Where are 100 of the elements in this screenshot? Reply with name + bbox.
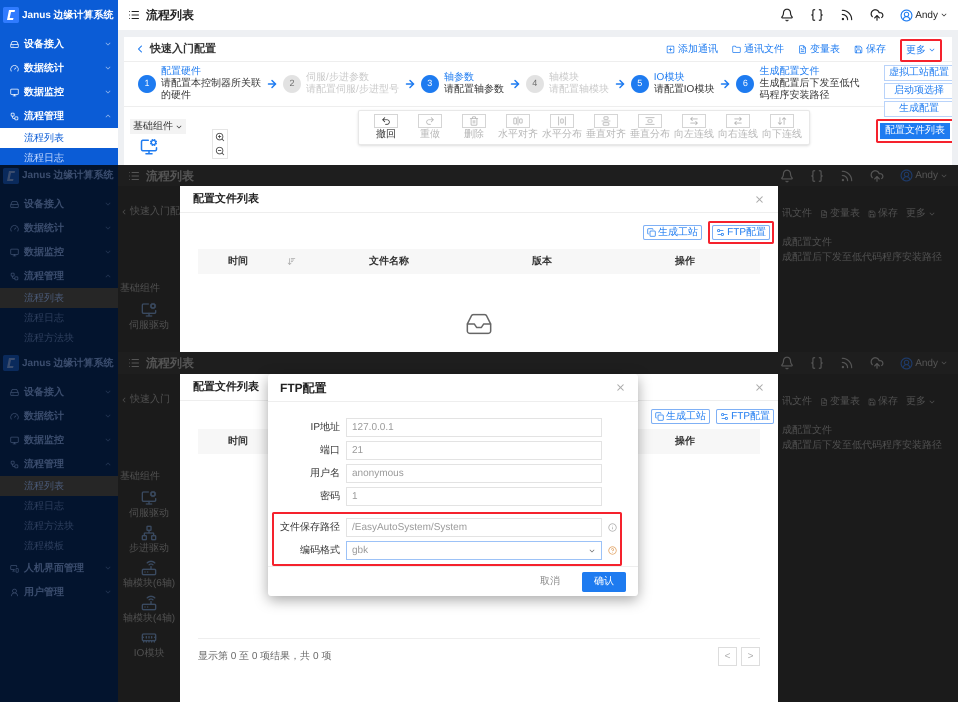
workflow-icon	[10, 112, 19, 120]
gauge-icon	[10, 64, 19, 72]
back-icon[interactable]	[120, 396, 128, 404]
close-icon[interactable]	[754, 382, 765, 392]
outline-button[interactable]: FTP配置	[712, 225, 770, 240]
menu-item[interactable]: 数据统计	[0, 56, 118, 80]
zoom-out-icon[interactable]	[215, 146, 225, 156]
input-field[interactable]: 127.0.0.1	[346, 418, 602, 437]
menu-item[interactable]: 用户管理	[0, 580, 118, 604]
menu-item[interactable]: 流程管理	[0, 104, 118, 128]
column-header[interactable]: 操作	[675, 254, 695, 269]
arrow-icon	[719, 78, 732, 90]
avatar-icon	[900, 8, 914, 22]
toolbar-link[interactable]: 添加通讯	[666, 42, 718, 56]
select-field[interactable]: gbk	[346, 541, 602, 560]
monitor-gear-icon[interactable]	[141, 302, 157, 318]
copy-icon	[655, 412, 664, 421]
toolbar-link[interactable]: 变量表	[798, 42, 840, 56]
page-button[interactable]: >	[741, 647, 760, 666]
close-icon[interactable]	[615, 382, 626, 393]
monitor-gear-icon[interactable]	[141, 490, 157, 506]
sort-icon[interactable]	[286, 257, 296, 266]
bell-icon[interactable]	[780, 8, 794, 22]
confirm-button[interactable]: 确认	[582, 572, 626, 592]
step-description: 请配置轴参数	[444, 84, 504, 96]
user-name[interactable]: Andy	[915, 8, 938, 22]
menu-item[interactable]: 数据监控	[0, 428, 118, 452]
gauge-icon	[10, 412, 19, 420]
column-header[interactable]: 时间	[228, 434, 248, 449]
menu-item[interactable]: 设备接入	[0, 380, 118, 404]
outline-button[interactable]: FTP配置	[716, 409, 774, 424]
toolbar-link[interactable]: 通讯文件	[732, 42, 784, 56]
column-header[interactable]: 操作	[675, 434, 695, 449]
column-header[interactable]: 时间	[228, 254, 248, 269]
document-icon	[820, 210, 828, 218]
palette-header[interactable]: 基础组件	[130, 119, 186, 134]
dropdown-item[interactable]: 虚拟工站配置	[884, 64, 952, 80]
dropdown-item[interactable]: 配置文件列表	[880, 122, 950, 138]
step-title: 轴参数	[444, 72, 475, 84]
page-title: 流程列表	[146, 7, 194, 24]
step-number: 6	[736, 75, 754, 93]
folder-icon	[732, 44, 741, 54]
page-button[interactable]: <	[718, 647, 737, 666]
monitor-icon	[10, 88, 19, 96]
menu-item[interactable]: 流程管理	[0, 264, 118, 288]
close-icon[interactable]	[754, 194, 765, 204]
arrows-icon	[733, 116, 743, 126]
dropdown-item[interactable]: 启动项选择	[884, 82, 952, 98]
zoom-in-icon[interactable]	[215, 132, 225, 142]
outline-button[interactable]: 生成工站	[651, 409, 710, 424]
cloud-upload-icon[interactable]	[870, 8, 884, 22]
menu-item[interactable]: 数据监控	[0, 240, 118, 264]
network-icon[interactable]	[141, 525, 157, 541]
braces-icon[interactable]	[810, 8, 824, 22]
back-icon[interactable]	[120, 208, 128, 216]
field-label: 用户名	[309, 466, 340, 481]
avatar-icon	[900, 169, 914, 182]
dropdown-item[interactable]: 生成配置	[884, 100, 952, 116]
monitor-gear-icon[interactable]	[140, 138, 158, 156]
save-icon	[868, 398, 876, 406]
menu-item[interactable]: 数据监控	[0, 80, 118, 104]
step-number: 4	[526, 75, 544, 93]
tool-button[interactable]: 撤回	[365, 114, 407, 141]
cancel-button[interactable]: 取消	[540, 572, 560, 592]
pagination-summary: 显示第 0 至 0 项结果，共 0 项	[198, 650, 332, 664]
column-header[interactable]: 版本	[532, 254, 552, 269]
menu-item[interactable]: 人机界面管理	[0, 556, 118, 580]
submenu-item[interactable]: 流程日志	[0, 148, 118, 165]
chevron-icon	[940, 11, 948, 19]
document-icon	[820, 398, 828, 406]
submenu-item[interactable]: 流程列表	[0, 288, 118, 308]
submenu-item[interactable]: 流程列表	[0, 128, 118, 148]
field-label: IP地址	[310, 420, 340, 435]
workflow-icon	[10, 460, 19, 468]
signal-icon[interactable]	[840, 8, 854, 22]
outline-button[interactable]: 生成工站	[643, 225, 702, 240]
more-button[interactable]: 更多	[904, 42, 938, 58]
page-heading: 快速入门配置	[150, 42, 216, 57]
plus-square-icon	[666, 44, 675, 54]
input-field[interactable]: 1	[346, 487, 602, 506]
arrows-icon	[777, 116, 787, 126]
toolbar-link[interactable]: 保存	[854, 42, 886, 56]
step-title: IO模块	[654, 72, 686, 84]
menu-item[interactable]: 设备接入	[0, 192, 118, 216]
avatar-icon	[900, 356, 914, 370]
brand-name: Janus 边缘计算系统	[22, 168, 114, 183]
logo-icon	[3, 355, 19, 371]
brand-name: Janus 边缘计算系统	[22, 8, 114, 22]
input-field[interactable]: anonymous	[346, 464, 602, 483]
menu-item[interactable]: 设备接入	[0, 32, 118, 56]
input-field[interactable]: /EasyAutoSystem/System	[346, 518, 602, 537]
input-field[interactable]: 21	[346, 441, 602, 460]
align-icon	[513, 116, 523, 126]
save-icon	[868, 210, 876, 218]
distribute-icon	[557, 116, 567, 126]
menu-item[interactable]: 数据统计	[0, 404, 118, 428]
menu-item[interactable]: 数据统计	[0, 216, 118, 240]
column-header[interactable]: 文件名称	[369, 254, 409, 269]
menu-item[interactable]: 流程管理	[0, 452, 118, 476]
submenu-item[interactable]: 流程列表	[0, 476, 118, 496]
